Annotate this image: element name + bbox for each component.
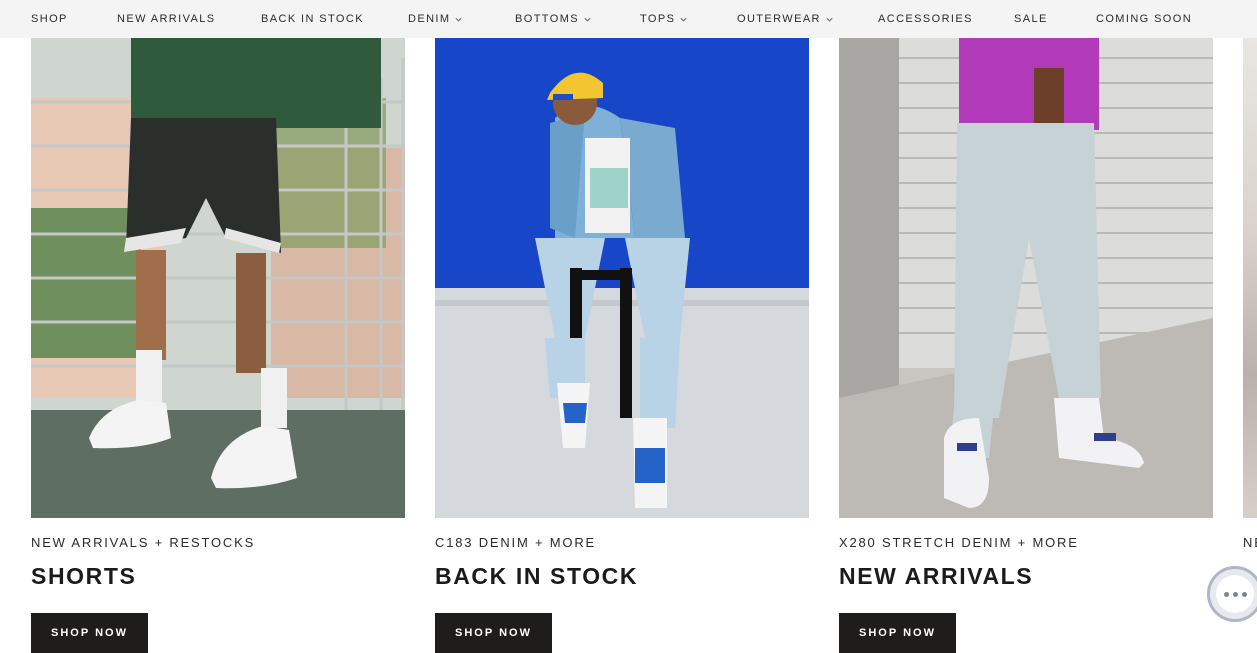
shop-now-button[interactable]: SHOP NOW [435,613,552,653]
collection-eyebrow: X280 STRETCH DENIM + MORE [839,535,1079,550]
nav-item-label: COMING SOON [1096,13,1193,25]
collection-eyebrow: NEW ARRIVALS + RESTOCKS [31,535,256,550]
nav-item-label: BACK IN STOCK [261,13,364,25]
nav-item-new-arrivals[interactable]: NEW ARRIVALS [117,0,216,38]
collection-title[interactable]: SHORTS [31,563,136,590]
nav-item-shop[interactable]: SHOP [31,0,68,38]
chevron-down-icon [679,15,688,24]
nav-item-label: DENIM [408,13,451,25]
collection-photo[interactable] [435,38,809,518]
nav-item-coming-soon[interactable]: COMING SOON [1096,0,1192,38]
nav-item-label: BOTTOMS [515,13,579,25]
typing-dot [1241,591,1247,597]
shop-now-button[interactable]: SHOP NOW [31,613,148,653]
collection-photo[interactable] [31,38,405,518]
chevron-down-icon [454,15,463,24]
nav-item-label: SALE [1014,13,1048,25]
chat-bubble-icon [1216,575,1254,613]
typing-dot [1223,591,1229,597]
shop-now-button[interactable]: SHOP NOW [839,613,956,653]
nav-item-label: TOPS [640,13,676,25]
nav-item-label: SHOP [31,13,68,25]
collection-eyebrow: C183 DENIM + MORE [435,535,596,550]
nav-item-accessories[interactable]: ACCESSORIES [878,0,973,38]
collection-title[interactable]: BACK IN STOCK [435,563,638,590]
nav-item-tops[interactable]: TOPS [640,0,688,38]
nav-item-label: OUTERWEAR [737,13,821,25]
collection-photo[interactable] [839,38,1213,518]
nav-item-label: ACCESSORIES [878,13,973,25]
nav-item-label: NEW ARRIVALS [117,13,216,25]
chevron-down-icon [825,15,834,24]
typing-dot [1232,591,1238,597]
collection-title[interactable]: NEW ARRIVALS [839,563,1033,590]
next-collection-photo-peek[interactable] [1243,38,1257,518]
nav-item-bottoms[interactable]: BOTTOMS [515,0,592,38]
top-navigation: SHOP NEW ARRIVALS BACK IN STOCK DENIM BO… [0,0,1257,38]
nav-item-sale[interactable]: SALE [1014,0,1048,38]
next-collection-eyebrow-peek: NE [1243,535,1257,550]
chevron-down-icon [583,15,592,24]
chat-launcher-button[interactable] [1207,566,1257,622]
nav-item-outerwear[interactable]: OUTERWEAR [737,0,834,38]
nav-item-denim[interactable]: DENIM [408,0,463,38]
nav-item-back-in-stock[interactable]: BACK IN STOCK [261,0,364,38]
